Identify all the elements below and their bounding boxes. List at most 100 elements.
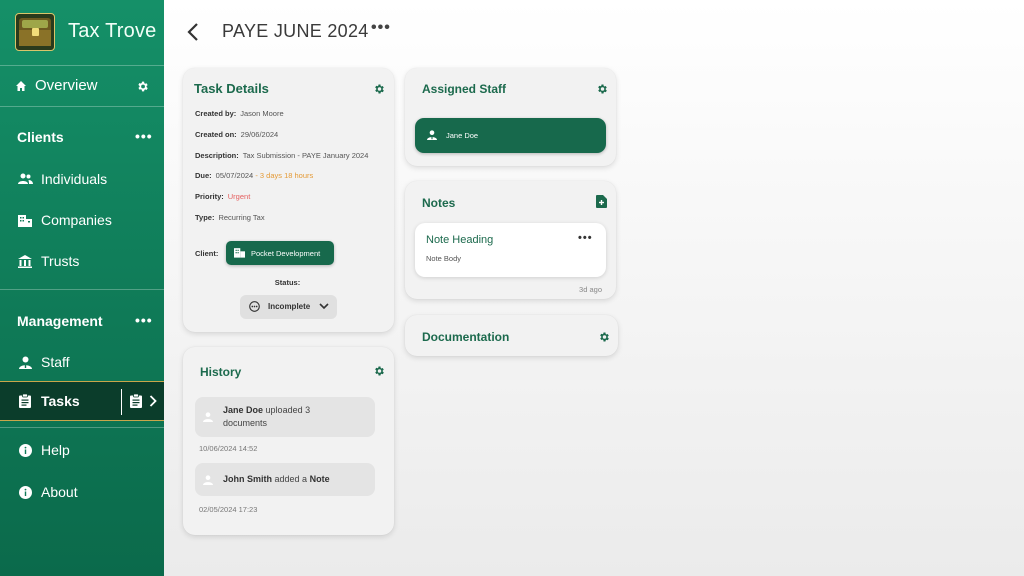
card-title: Notes bbox=[422, 196, 456, 210]
person-icon bbox=[203, 412, 213, 422]
note-heading: Note Heading bbox=[426, 234, 494, 246]
history-action-cont: documents bbox=[223, 418, 268, 428]
building-icon bbox=[234, 247, 245, 260]
back-button[interactable] bbox=[184, 21, 204, 43]
note-time: 3d ago bbox=[579, 285, 602, 294]
sidebar-item-label: Trusts bbox=[41, 253, 80, 269]
task-details-card: Task Details Created by: Jason Moore Crea… bbox=[183, 68, 394, 332]
building-icon bbox=[17, 212, 33, 228]
created-by-row: Created by: Jason Moore bbox=[195, 109, 284, 118]
created-on-label: Created on: bbox=[195, 130, 237, 139]
documentation-card: Documentation bbox=[405, 315, 618, 356]
notes-card: Notes Note Heading Note Body ••• 3d ago bbox=[405, 181, 616, 299]
clients-more-button[interactable]: ••• bbox=[135, 128, 153, 144]
status-label: Status: bbox=[274, 278, 301, 287]
assigned-staff-card: Assigned Staff Jane Doe bbox=[405, 68, 616, 166]
note-item[interactable]: Note Heading Note Body ••• bbox=[415, 223, 606, 277]
card-title: Documentation bbox=[422, 330, 510, 344]
gear-icon[interactable] bbox=[373, 82, 387, 96]
created-on-row: Created on: 29/06/2024 bbox=[195, 130, 278, 139]
sidebar-item-individuals[interactable]: Individuals bbox=[0, 165, 164, 193]
sidebar-item-label: Help bbox=[41, 442, 70, 458]
sidebar-item-label: Individuals bbox=[41, 171, 108, 187]
sidebar: Tax Trove Overview Clients ••• Individua… bbox=[0, 0, 164, 576]
due-row: Due: 05/07/2024 - 3 days 18 hours bbox=[195, 171, 313, 180]
sidebar-item-overview[interactable]: Overview bbox=[0, 66, 164, 106]
created-by-label: Created by: bbox=[195, 109, 237, 118]
due-relative: - 3 days 18 hours bbox=[255, 171, 314, 180]
created-by-value: Jason Moore bbox=[240, 109, 284, 118]
note-more-button[interactable]: ••• bbox=[578, 232, 593, 244]
sidebar-item-label: About bbox=[41, 484, 78, 500]
app-name: Tax Trove bbox=[68, 20, 157, 42]
history-actor: Jane Doe bbox=[223, 405, 264, 415]
history-card: History Jane Doe uploaded 3 documents 10… bbox=[183, 347, 394, 535]
home-icon bbox=[13, 78, 29, 94]
history-time: 10/06/2024 14:52 bbox=[199, 444, 258, 453]
brand[interactable]: Tax Trove bbox=[0, 0, 164, 65]
status-value: Incomplete bbox=[268, 302, 311, 311]
sidebar-item-companies[interactable]: Companies bbox=[0, 206, 164, 234]
gear-icon[interactable] bbox=[373, 364, 387, 378]
history-action: added a bbox=[274, 474, 308, 484]
status-dropdown[interactable]: Incomplete bbox=[240, 295, 337, 319]
chevron-right-icon[interactable] bbox=[145, 393, 161, 409]
page-title: PAYE JUNE 2024 bbox=[222, 21, 369, 41]
description-value: Tax Submission - PAYE January 2024 bbox=[242, 151, 369, 160]
sidebar-item-staff[interactable]: Staff bbox=[0, 348, 164, 376]
type-label: Type: bbox=[195, 213, 215, 222]
divider bbox=[121, 389, 122, 415]
staff-chip[interactable]: Jane Doe bbox=[415, 118, 606, 153]
description-label: Description: bbox=[195, 151, 239, 160]
divider bbox=[0, 289, 164, 290]
history-item: Jane Doe uploaded 3 documents bbox=[195, 397, 375, 437]
priority-row: Priority: Urgent bbox=[195, 192, 250, 201]
bank-icon bbox=[17, 253, 33, 269]
info-icon bbox=[17, 442, 33, 458]
type-row: Type: Recurring Tax bbox=[195, 213, 265, 222]
sidebar-item-label: Staff bbox=[41, 354, 70, 370]
sidebar-item-tasks[interactable]: Tasks bbox=[0, 381, 164, 421]
sidebar-item-about[interactable]: About bbox=[0, 478, 164, 506]
divider bbox=[0, 427, 164, 428]
chevron-down-icon bbox=[319, 302, 329, 312]
gear-icon[interactable] bbox=[598, 330, 612, 344]
header-more-button[interactable]: ••• bbox=[371, 19, 391, 37]
person-icon bbox=[203, 475, 213, 485]
client-chip[interactable]: Pocket Development bbox=[226, 241, 334, 265]
treasure-chest-logo bbox=[15, 13, 55, 51]
clipboard-icon bbox=[17, 393, 33, 409]
section-clients: Clients bbox=[17, 129, 64, 145]
due-label: Due: bbox=[195, 171, 212, 180]
pending-icon bbox=[249, 301, 260, 314]
card-title: Assigned Staff bbox=[422, 82, 507, 96]
card-title: History bbox=[200, 365, 242, 379]
history-action: uploaded 3 bbox=[265, 405, 311, 415]
add-note-icon[interactable] bbox=[596, 195, 610, 209]
card-title: Task Details bbox=[194, 81, 269, 96]
gear-icon[interactable] bbox=[596, 82, 610, 96]
person-badge-icon bbox=[427, 130, 437, 142]
client-label: Client: bbox=[195, 249, 219, 258]
staff-name: Jane Doe bbox=[446, 131, 479, 140]
client-name: Pocket Development bbox=[251, 248, 321, 258]
history-text: John Smith added a Note bbox=[223, 473, 330, 486]
management-more-button[interactable]: ••• bbox=[135, 312, 153, 328]
history-item: John Smith added a Note bbox=[195, 463, 375, 496]
history-time: 02/05/2024 17:23 bbox=[199, 505, 258, 514]
note-body: Note Body bbox=[426, 254, 462, 263]
clipboard-icon[interactable] bbox=[128, 393, 144, 409]
description-row: Description: Tax Submission - PAYE Januar… bbox=[195, 151, 368, 160]
sidebar-item-label: Tasks bbox=[41, 393, 80, 409]
history-object: Note bbox=[309, 474, 330, 484]
history-actor: John Smith bbox=[223, 474, 272, 484]
gear-icon[interactable] bbox=[134, 78, 150, 94]
people-icon bbox=[17, 171, 33, 187]
sidebar-item-trusts[interactable]: Trusts bbox=[0, 247, 164, 275]
person-badge-icon bbox=[17, 354, 33, 370]
sidebar-item-help[interactable]: Help bbox=[0, 436, 164, 464]
priority-value: Urgent bbox=[227, 192, 251, 201]
sidebar-item-label: Companies bbox=[41, 212, 112, 228]
section-management: Management bbox=[17, 313, 103, 329]
priority-label: Priority: bbox=[195, 192, 224, 201]
